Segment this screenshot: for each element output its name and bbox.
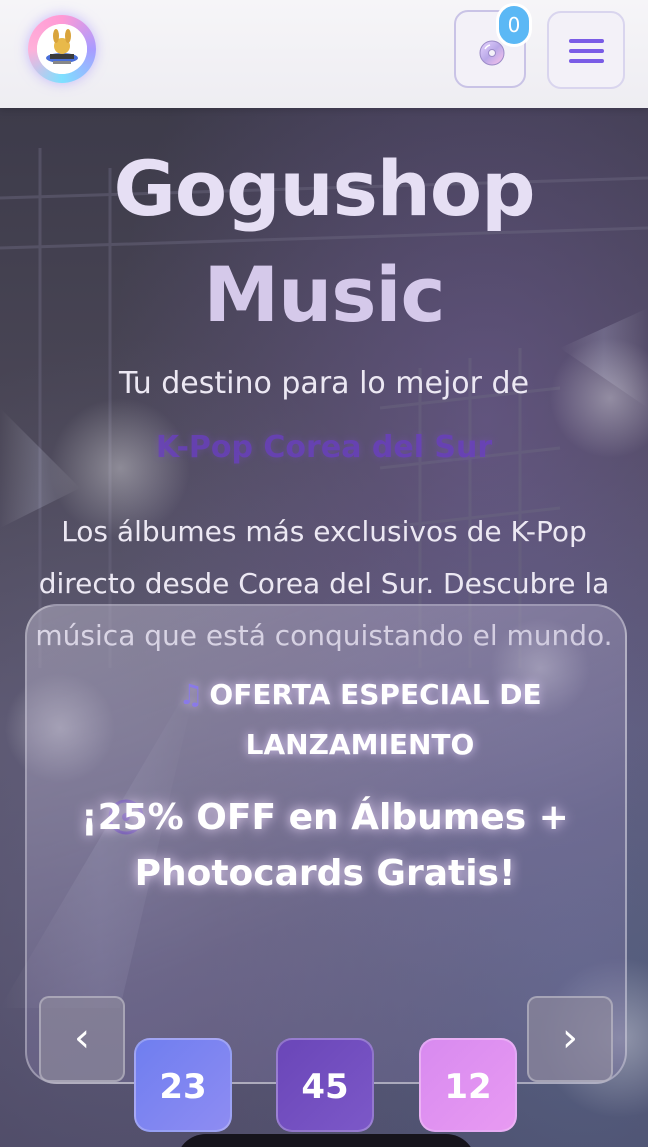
cta-button[interactable]	[176, 1134, 476, 1147]
promo-label: ♫ OFERTA ESPECIAL DE LANZAMIENTO	[150, 670, 570, 770]
cart-count-badge: 0	[496, 3, 532, 47]
logo-image	[37, 24, 87, 74]
hamburger-line	[569, 59, 604, 63]
hero-title-line2: Music	[203, 250, 445, 339]
carousel-prev-button[interactable]: ‹	[39, 996, 125, 1082]
countdown-minutes: 12	[419, 1038, 517, 1132]
chevron-left-icon: ‹	[74, 1015, 90, 1061]
hero-highlight: K-Pop Corea del Sur	[155, 430, 493, 465]
promo-label-text: OFERTA ESPECIAL DE LANZAMIENTO	[209, 678, 542, 761]
hero-title: Gogushop Music	[0, 136, 648, 348]
hero-title-line1: Gogushop	[113, 144, 535, 233]
countdown-hours: 45	[276, 1038, 374, 1132]
cd-disc-icon	[479, 40, 505, 66]
hero-tagline: Tu destino para lo mejor de	[118, 366, 530, 401]
logo[interactable]	[28, 15, 96, 83]
menu-button[interactable]	[547, 11, 625, 89]
promo-headline: ¡25% OFF en Álbumes + Photocards Gratis!	[81, 797, 569, 894]
site-header: 0	[0, 0, 648, 108]
hamburger-line	[569, 49, 604, 53]
hamburger-menu-icon	[569, 39, 604, 43]
countdown-days: 23	[134, 1038, 232, 1132]
chevron-right-icon: ›	[562, 1015, 578, 1061]
music-note-icon: ♫	[178, 678, 204, 711]
carousel-next-button[interactable]: ›	[527, 996, 613, 1082]
